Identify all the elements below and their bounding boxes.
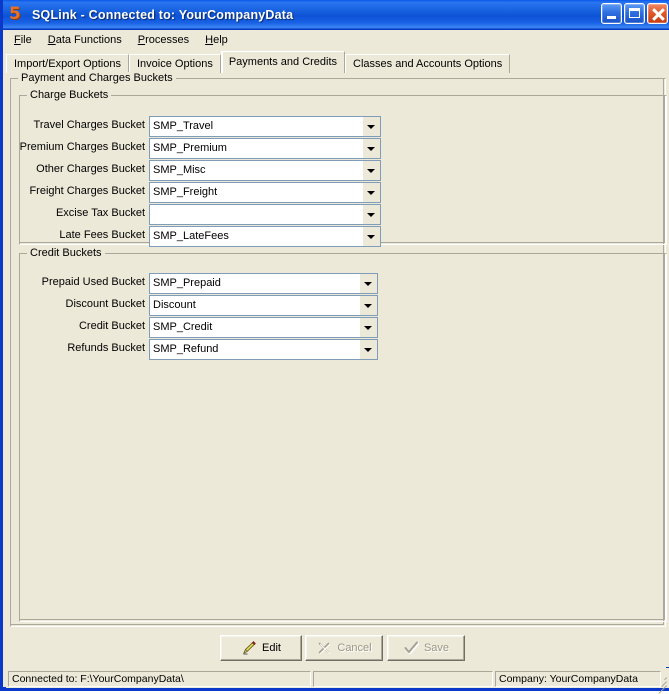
- label-late-fees-bucket: Late Fees Bucket: [59, 229, 145, 241]
- tab-invoice-options[interactable]: Invoice Options: [129, 54, 221, 73]
- combo-excise-tax-bucket[interactable]: [149, 204, 381, 225]
- field-late-fees-bucket: Late Fees Bucket SMP_LateFees: [59, 226, 381, 247]
- menu-item-data-functions[interactable]: Data Functions: [40, 32, 130, 48]
- menu-item-processes[interactable]: Processes: [130, 32, 197, 48]
- label-premium-charges-bucket: Premium Charges Bucket: [19, 141, 145, 153]
- menu-item-data-functions-label: ata Functions: [55, 34, 122, 46]
- status-pane-middle: [313, 671, 493, 687]
- chevron-down-icon[interactable]: [362, 183, 380, 202]
- field-freight-charges-bucket: Freight Charges Bucket SMP_Freight: [29, 182, 381, 203]
- label-discount-bucket: Discount Bucket: [65, 298, 145, 310]
- minimize-button[interactable]: [601, 3, 622, 24]
- combo-value: SMP_Refund: [153, 343, 219, 355]
- caption-buttons: [601, 3, 668, 24]
- status-pane-company: Company: YourCompanyData: [495, 671, 661, 687]
- group-title-payment-and-charges-buckets: Payment and Charges Buckets: [18, 72, 176, 84]
- label-freight-charges-bucket: Freight Charges Bucket: [29, 185, 145, 197]
- tab-page-payments-and-credits: Payment and Charges Buckets Charge Bucke…: [6, 72, 669, 667]
- title-bar: 5 SQLink - Connected to: YourCompanyData: [3, 0, 669, 30]
- combo-freight-charges-bucket[interactable]: SMP_Freight: [149, 182, 381, 203]
- menu-item-help[interactable]: Help: [197, 32, 236, 48]
- chevron-down-icon[interactable]: [359, 340, 377, 359]
- combo-value: Discount: [153, 299, 196, 311]
- window-title: SQLink - Connected to: YourCompanyData: [32, 7, 294, 22]
- field-prepaid-used-bucket: Prepaid Used Bucket SMP_Prepaid: [42, 273, 378, 294]
- close-button[interactable]: [647, 3, 668, 24]
- menu-item-processes-label: rocesses: [145, 34, 190, 46]
- x-mark-icon: [316, 640, 332, 656]
- combo-travel-charges-bucket[interactable]: SMP_Travel: [149, 116, 381, 137]
- tab-label: Classes and Accounts Options: [353, 58, 503, 70]
- application-window: 5 SQLink - Connected to: YourCompanyData…: [0, 0, 669, 694]
- chevron-down-icon[interactable]: [362, 161, 380, 180]
- label-credit-bucket: Credit Bucket: [78, 320, 145, 332]
- field-discount-bucket: Discount Bucket Discount: [66, 295, 378, 316]
- combo-value: SMP_Travel: [153, 120, 214, 132]
- combo-prepaid-used-bucket[interactable]: SMP_Prepaid: [149, 273, 378, 294]
- field-credit-bucket: Credit Bucket SMP_Credit: [79, 317, 378, 338]
- chevron-down-icon[interactable]: [362, 205, 380, 224]
- button-bar: Edit Cancel Save: [6, 635, 669, 667]
- tab-row: Import/Export Options Invoice Options Pa…: [6, 51, 511, 73]
- maximize-button[interactable]: [624, 3, 645, 24]
- tab-classes-and-accounts-options[interactable]: Classes and Accounts Options: [345, 54, 511, 73]
- field-premium-charges-bucket: Premium Charges Bucket SMP_Premium: [20, 138, 381, 159]
- save-button-label: Save: [423, 642, 450, 654]
- status-bar: Connected to: F:\YourCompanyData\ Compan…: [6, 668, 669, 694]
- label-travel-charges-bucket: Travel Charges Bucket: [33, 119, 145, 131]
- field-travel-charges-bucket: Travel Charges Bucket SMP_Travel: [34, 116, 381, 137]
- chevron-down-icon[interactable]: [362, 117, 380, 136]
- chevron-down-icon[interactable]: [362, 139, 380, 158]
- group-title-charge-buckets: Charge Buckets: [27, 89, 112, 101]
- tab-strip: Import/Export Options Invoice Options Pa…: [6, 51, 669, 73]
- combo-value: SMP_Credit: [153, 321, 213, 333]
- combo-value: SMP_Freight: [153, 186, 218, 198]
- group-charge-buckets: Charge Buckets Travel Charges Bucket SMP…: [19, 89, 667, 247]
- tab-import-export-options[interactable]: Import/Export Options: [6, 54, 129, 73]
- app-5-icon: 5: [9, 3, 27, 24]
- tab-label: Import/Export Options: [14, 58, 121, 70]
- chevron-down-icon[interactable]: [362, 227, 380, 246]
- tab-label: Payments and Credits: [228, 56, 338, 68]
- menu-item-file-label: ile: [20, 34, 32, 46]
- chevron-down-icon[interactable]: [359, 296, 377, 315]
- resize-grip[interactable]: [654, 674, 668, 694]
- combo-value: SMP_LateFees: [153, 230, 229, 242]
- field-excise-tax-bucket: Excise Tax Bucket: [56, 204, 381, 225]
- combo-premium-charges-bucket[interactable]: SMP_Premium: [149, 138, 381, 159]
- field-refunds-bucket: Refunds Bucket SMP_Refund: [67, 339, 378, 360]
- group-payment-and-charges-buckets: Payment and Charges Buckets Charge Bucke…: [10, 72, 667, 627]
- app-icon-glyph: 5: [9, 3, 21, 24]
- cancel-button[interactable]: Cancel: [305, 635, 383, 661]
- pencil-icon: [241, 640, 257, 656]
- chevron-down-icon[interactable]: [359, 274, 377, 293]
- field-other-charges-bucket: Other Charges Bucket SMP_Misc: [36, 160, 381, 181]
- menu-item-help-label: elp: [213, 34, 228, 46]
- label-other-charges-bucket: Other Charges Bucket: [36, 163, 145, 175]
- edit-button[interactable]: Edit: [220, 635, 302, 661]
- label-prepaid-used-bucket: Prepaid Used Bucket: [41, 276, 145, 288]
- menu-bar: File Data Functions Processes Help: [6, 30, 669, 51]
- save-button[interactable]: Save: [387, 635, 465, 661]
- combo-credit-bucket[interactable]: SMP_Credit: [149, 317, 378, 338]
- group-credit-buckets: Credit Buckets Prepaid Used Bucket SMP_P…: [19, 247, 667, 622]
- combo-discount-bucket[interactable]: Discount: [149, 295, 378, 316]
- menu-item-file[interactable]: File: [6, 32, 40, 48]
- label-refunds-bucket: Refunds Bucket: [67, 342, 145, 354]
- chevron-down-icon[interactable]: [359, 318, 377, 337]
- tab-label: Invoice Options: [137, 58, 213, 70]
- combo-value: SMP_Premium: [153, 142, 227, 154]
- checkmark-icon: [403, 640, 420, 656]
- tab-payments-and-credits[interactable]: Payments and Credits: [220, 51, 346, 73]
- combo-refunds-bucket[interactable]: SMP_Refund: [149, 339, 378, 360]
- label-excise-tax-bucket: Excise Tax Bucket: [55, 207, 145, 219]
- combo-value: SMP_Prepaid: [153, 277, 221, 289]
- combo-value: SMP_Misc: [153, 164, 206, 176]
- combo-other-charges-bucket[interactable]: SMP_Misc: [149, 160, 381, 181]
- status-pane-connection: Connected to: F:\YourCompanyData\: [8, 671, 311, 687]
- cancel-button-label: Cancel: [337, 642, 372, 654]
- edit-button-label: Edit: [262, 642, 281, 654]
- group-title-credit-buckets: Credit Buckets: [27, 247, 105, 259]
- combo-late-fees-bucket[interactable]: SMP_LateFees: [149, 226, 381, 247]
